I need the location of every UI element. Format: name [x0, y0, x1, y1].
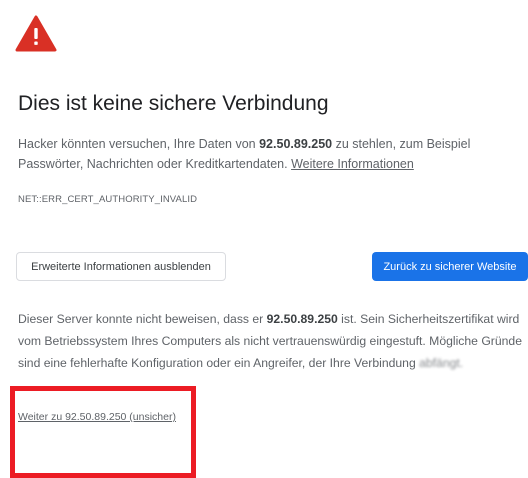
hide-advanced-button[interactable]: Erweiterte Informationen ausblenden [16, 252, 226, 281]
annotation-highlight-box [10, 386, 196, 478]
intro-text: Hacker könnten versuchen, Ihre Daten von… [18, 134, 523, 174]
details-text-blurred: abfängt. [419, 356, 464, 370]
details-text-part: Dieser Server konnte nicht beweisen, das… [18, 312, 267, 326]
advanced-details-text: Dieser Server konnte nicht beweisen, das… [18, 308, 528, 374]
back-to-safety-button[interactable]: Zurück zu sicherer Website [372, 252, 528, 281]
host-address: 92.50.89.250 [266, 312, 338, 326]
intro-text-part: Hacker könnten versuchen, Ihre Daten von [18, 137, 260, 151]
error-code[interactable]: NET::ERR_CERT_AUTHORITY_INVALID [18, 194, 197, 205]
page-title: Dies ist keine sichere Verbindung [18, 92, 329, 115]
proceed-unsafe-link[interactable]: Weiter zu 92.50.89.250 (unsicher) [18, 411, 176, 423]
learn-more-link[interactable]: Weitere Informationen [291, 157, 414, 171]
warning-triangle-icon [15, 15, 57, 52]
host-address: 92.50.89.250 [259, 137, 333, 151]
